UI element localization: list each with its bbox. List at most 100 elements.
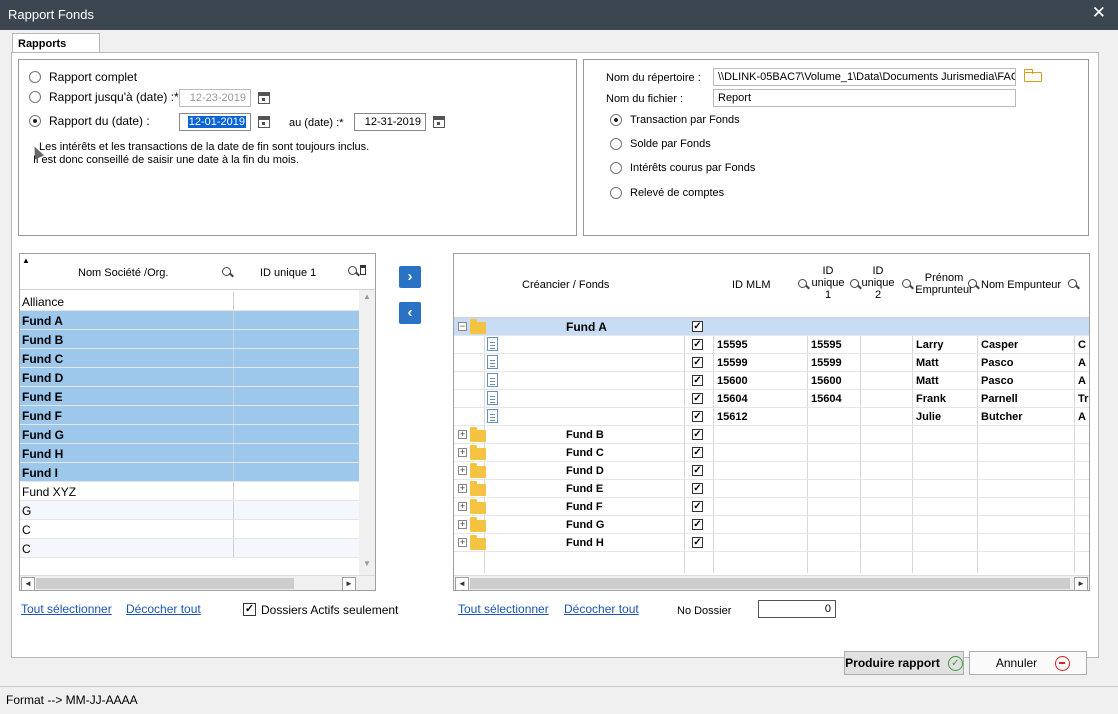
expand-icon[interactable]: + [458,502,467,511]
include-checkbox[interactable]: ✓ [692,321,703,332]
loan-row[interactable]: 15600 15600 Matt Pasco A ✓ [454,372,1089,390]
fund-row[interactable]: + Fund D ✓ [454,462,1089,480]
expand-icon[interactable]: + [458,538,467,547]
tab-rapports[interactable]: Rapports [12,33,100,54]
include-checkbox[interactable]: ✓ [692,357,703,368]
produce-report-button[interactable]: Produire rapport ✓ [844,651,964,675]
radio-balance-by-fund[interactable]: Solde par Fonds [610,138,711,150]
calendar-icon[interactable] [258,116,270,128]
expand-icon[interactable]: + [458,484,467,493]
dossier-field[interactable]: 0 [758,600,836,618]
right-uncheck-all-link[interactable]: Décocher tout [564,602,639,616]
list-item[interactable]: C [20,539,359,558]
add-to-report-button[interactable]: › [399,266,421,288]
search-icon[interactable] [798,279,807,288]
left-uncheck-all-link[interactable]: Décocher tout [126,602,201,616]
right-select-all-link[interactable]: Tout sélectionner [458,602,549,616]
expand-icon[interactable]: + [458,430,467,439]
search-icon[interactable] [348,266,357,275]
active-only-checkbox[interactable]: ✓ [243,603,256,616]
scroll-thumb[interactable] [36,578,294,589]
fund-row[interactable]: + Fund G ✓ [454,516,1089,534]
scroll-right-icon[interactable]: ► [1074,577,1088,590]
list-item[interactable]: Alliance [20,292,359,311]
expand-icon[interactable]: − [458,322,467,331]
include-checkbox[interactable]: ✓ [692,393,703,404]
fund-row[interactable]: − Fund A ✓ [454,318,1089,336]
calendar-icon[interactable] [433,116,445,128]
col-first-name[interactable]: Prénom Emprunteur [912,272,976,298]
scroll-left-icon[interactable]: ◄ [21,577,35,590]
radio-account-statement[interactable]: Relevé de comptes [610,187,724,199]
loan-row[interactable]: 15604 15604 Frank Parnell Tr ✓ [454,390,1089,408]
to-date-field[interactable]: 12-31-2019 [354,113,426,131]
radio-transaction-by-fund[interactable]: Transaction par Fonds [610,114,740,126]
expand-icon[interactable]: + [458,466,467,475]
calendar-icon[interactable] [258,92,270,104]
include-checkbox[interactable]: ✓ [692,447,703,458]
directory-field[interactable]: \\DLINK-05BAC7\Volume_1\Data\Documents J… [713,68,1016,86]
from-date-field[interactable]: 12-01-2019 [179,113,251,131]
cancel-button[interactable]: Annuler [969,651,1087,675]
include-checkbox[interactable]: ✓ [692,429,703,440]
fund-row[interactable]: + Fund H ✓ [454,534,1089,552]
radio-full-report[interactable]: Rapport complet [29,70,137,84]
expand-icon[interactable]: + [458,520,467,529]
list-item[interactable]: Fund H [20,444,359,463]
col-last-name[interactable]: Nom Empunteur [981,279,1061,291]
fund-row[interactable]: + Fund C ✓ [454,444,1089,462]
radio-report-from[interactable]: Rapport du (date) : [29,114,150,128]
sort-asc-icon[interactable]: ▲ [22,255,30,267]
vertical-scrollbar[interactable]: ▲ ▼ [359,290,375,575]
list-item[interactable]: Fund XYZ [20,482,359,501]
loan-row[interactable]: 15612 Julie Butcher A ✓ [454,408,1089,426]
list-item[interactable]: Fund G [20,425,359,444]
include-checkbox[interactable]: ✓ [692,537,703,548]
list-item[interactable]: Fund I [20,463,359,482]
scroll-left-icon[interactable]: ◄ [455,577,469,590]
list-item[interactable]: Fund B [20,330,359,349]
list-item[interactable]: Fund C [20,349,359,368]
close-icon[interactable]: ✕ [1092,4,1106,22]
radio-report-until[interactable]: Rapport jusqu'à (date) :* [29,90,179,104]
radio-accrued-interest[interactable]: Intérêts courus par Fonds [610,162,755,174]
col-unique-id-1[interactable]: ID unique 1 [810,265,846,301]
loan-row[interactable]: 15599 15599 Matt Pasco A ✓ [454,354,1089,372]
left-select-all-link[interactable]: Tout sélectionner [21,602,112,616]
list-item[interactable]: Fund A [20,311,359,330]
until-date-field[interactable]: 12-23-2019 [179,89,251,107]
folder-browse-icon[interactable] [1024,69,1042,82]
include-checkbox[interactable]: ✓ [692,519,703,530]
horizontal-scrollbar[interactable]: ◄ ► [20,575,375,590]
include-checkbox[interactable]: ✓ [692,375,703,386]
list-item[interactable]: C [20,520,359,539]
scroll-thumb[interactable] [470,578,1070,589]
scroll-up-icon[interactable]: ▲ [360,291,374,305]
col-unique-id-2[interactable]: ID unique 2 [860,265,896,301]
column-chooser-icon[interactable] [360,265,366,275]
col-creditor-fund[interactable]: Créancier / Fonds [522,279,609,291]
loan-row[interactable]: 15595 15595 Larry Casper C ✓ [454,336,1089,354]
col-unique-id-1[interactable]: ID unique 1 [260,267,316,279]
include-checkbox[interactable]: ✓ [692,501,703,512]
fund-row[interactable]: + Fund F ✓ [454,498,1089,516]
include-checkbox[interactable]: ✓ [692,339,703,350]
list-item[interactable]: G [20,501,359,520]
filename-field[interactable]: Report [713,89,1016,107]
list-item[interactable]: Fund D [20,368,359,387]
include-checkbox[interactable]: ✓ [692,411,703,422]
remove-from-report-button[interactable]: ‹ [399,302,421,324]
fund-row[interactable]: + Fund B ✓ [454,426,1089,444]
include-checkbox[interactable]: ✓ [692,465,703,476]
search-icon[interactable] [850,279,859,288]
search-icon[interactable] [222,267,231,276]
search-icon[interactable] [968,279,977,288]
col-company-name[interactable]: Nom Société /Org. [78,267,168,279]
include-checkbox[interactable]: ✓ [692,483,703,494]
search-icon[interactable] [902,279,911,288]
fund-row[interactable]: + Fund E ✓ [454,480,1089,498]
col-id-mlm[interactable]: ID MLM [732,279,771,291]
horizontal-scrollbar[interactable]: ◄ ► [454,575,1089,590]
scroll-down-icon[interactable]: ▼ [360,558,374,572]
search-icon[interactable] [1068,279,1077,288]
